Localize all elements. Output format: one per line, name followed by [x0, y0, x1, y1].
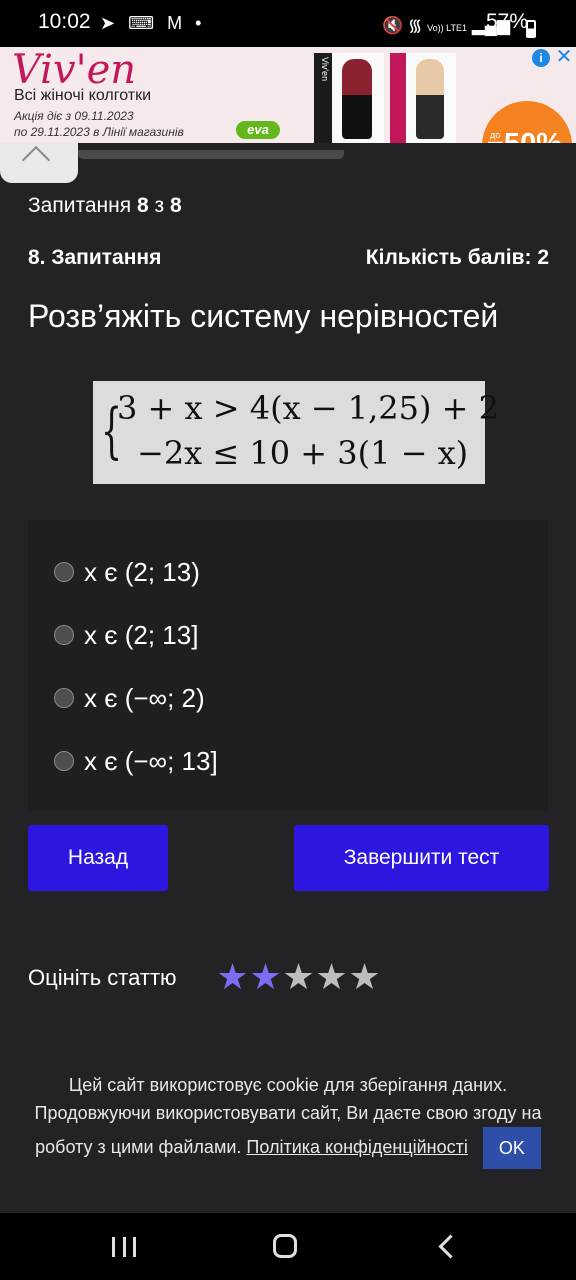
back-button[interactable]: Назад: [28, 825, 168, 891]
cookie-text-block: Цей сайт використовує cookie для зберіга…: [30, 1072, 546, 1169]
keyboard-icon: ⌨: [128, 13, 159, 33]
ad-store-logo: eva: [236, 121, 280, 139]
ad-headline: Всі жіночі колготки: [14, 87, 152, 104]
ad-collapse-strip: [78, 150, 344, 159]
answer-label: x є (2; 13): [84, 556, 200, 587]
ad-info-icon[interactable]: i: [532, 49, 550, 67]
progress-prefix: Запитання: [28, 194, 132, 217]
formula-line-1: 3 + x > 4(x − 1,25) + 2: [117, 389, 500, 427]
star-icon[interactable]: ★: [216, 958, 249, 998]
volte-icon: Vo)) LTE1: [427, 23, 467, 33]
ad-product-image-1: Viv'en: [314, 53, 384, 143]
ad-promo-line1: Акція діє з 09.11.2023: [14, 109, 134, 123]
answer-label: x є (−∞; 2): [84, 682, 205, 713]
wifi-icon: ᯾: [407, 16, 423, 35]
radio-button[interactable]: [54, 562, 74, 582]
question-title: 8. Запитання: [28, 246, 162, 269]
radio-button[interactable]: [54, 751, 74, 771]
progress-total: 8: [169, 194, 182, 217]
battery-icon: [526, 20, 536, 38]
telegram-icon: ➤: [100, 13, 120, 33]
rating-label: Оцініть статтю: [28, 965, 177, 990]
finish-test-button[interactable]: Завершити тест: [294, 825, 549, 891]
cookie-notice: Цей сайт використовує cookie для зберіга…: [0, 1050, 576, 1213]
star-icon[interactable]: ★: [348, 958, 381, 998]
radio-button[interactable]: [54, 688, 74, 708]
answer-option[interactable]: x є (−∞; 13]: [54, 741, 218, 781]
ad-banner[interactable]: Viv'en Всі жіночі колготки Акція діє з 0…: [0, 47, 576, 143]
privacy-policy-link[interactable]: Політика конфіденційності: [246, 1137, 467, 1157]
question-progress: Запитання 8 з 8: [28, 194, 182, 218]
star-icon[interactable]: ★: [315, 958, 348, 998]
mute-icon: 🔇: [382, 16, 404, 35]
answer-option[interactable]: x є (2; 13): [54, 552, 200, 592]
ad-close-icon[interactable]: ✕: [554, 46, 574, 68]
home-icon[interactable]: [273, 1234, 297, 1258]
answer-options: x є (2; 13) x є (2; 13] x є (−∞; 2) x є …: [28, 520, 548, 810]
gmail-icon: M: [167, 13, 187, 33]
star-icon[interactable]: ★: [249, 958, 282, 998]
answer-label: x є (2; 13]: [84, 619, 199, 650]
ad-discount-text: −50%: [487, 128, 562, 143]
answer-option[interactable]: x є (−∞; 2): [54, 678, 205, 718]
question-points: Кількість балів: 2: [365, 246, 549, 269]
progress-current: 8: [136, 194, 149, 217]
status-time: 10:02: [38, 10, 91, 33]
answer-option[interactable]: x є (2; 13]: [54, 615, 198, 655]
progress-separator: з: [154, 194, 165, 217]
battery-percent: 57%: [486, 10, 529, 33]
formula-line-2: −2x ≤ 10 + 3(1 − x): [137, 434, 469, 472]
ad-product-image-2: [390, 53, 456, 143]
ad-promo-line2: по 29.11.2023 в Лінії магазинів: [14, 125, 184, 139]
radio-button[interactable]: [54, 625, 74, 645]
ad-product-brand: Viv'en: [320, 57, 330, 82]
star-icon[interactable]: ★: [282, 958, 315, 998]
dot-icon: •: [195, 13, 206, 33]
formula-image: { 3 + x > 4(x − 1,25) + 2 −2x ≤ 10 + 3(1…: [93, 381, 499, 484]
question-text: Розв’яжіть систему нерівностей: [28, 298, 499, 334]
rating-stars: ★ ★ ★ ★ ★: [216, 958, 381, 998]
recent-apps-icon[interactable]: [112, 1237, 136, 1257]
cookie-ok-button[interactable]: OK: [482, 1127, 541, 1169]
notification-icons: ➤ ⌨ M •: [100, 13, 205, 34]
answer-label: x є (−∞; 13]: [84, 745, 218, 776]
